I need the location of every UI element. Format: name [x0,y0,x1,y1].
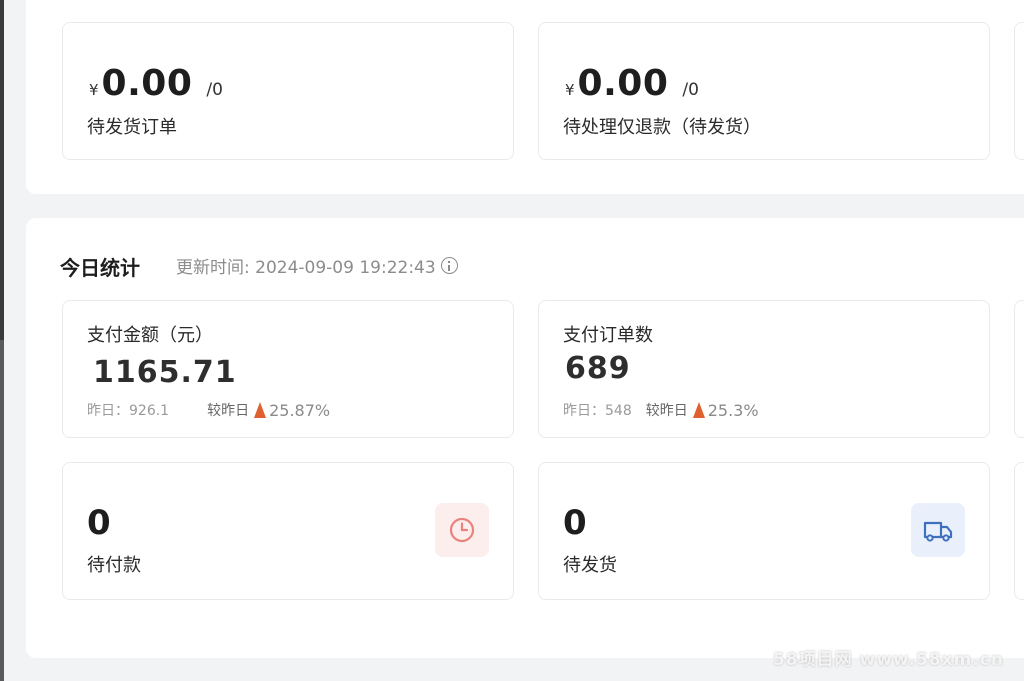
payment-amount-card[interactable]: 支付金额（元） 1165.71 昨日：926.1 较昨日 25.87% [62,300,514,438]
payment-orders-value: 689 [565,351,631,386]
clock-icon [435,503,489,557]
up-arrow-icon [254,402,267,418]
currency-symbol: ¥ [565,81,575,99]
payment-orders-meta: 昨日：548 较昨日 25.3% [563,400,759,420]
up-arrow-icon [692,402,705,418]
payment-amount-meta: 昨日：926.1 较昨日 25.87% [87,400,330,420]
payment-amount-title: 支付金额（元） [87,325,213,346]
pending-refund-count: /0 [682,80,699,100]
pending-orders-count: /0 [206,80,223,100]
trend-percent: 25.87% [269,400,331,420]
pending-orders-amount-row: ¥ 0.00 /0 [89,63,223,104]
awaiting-payment-label: 待付款 [87,555,141,576]
awaiting-shipment-label: 待发货 [563,555,617,576]
section-title: 今日统计 [60,256,140,280]
yesterday-value: 昨日：548 [563,403,632,419]
info-icon[interactable] [440,257,458,274]
pending-orders-card[interactable]: ¥ 0.00 /0 待发货订单 [62,22,514,160]
pending-card-partial[interactable] [1014,22,1024,160]
pending-orders-label: 待发货订单 [87,117,177,138]
yesterday-value: 昨日：926.1 [87,403,170,419]
pending-refund-amount-row: ¥ 0.00 /0 [565,63,699,104]
awaiting-shipment-count: 0 [563,503,587,543]
payment-orders-card[interactable]: 支付订单数 689 昨日：548 较昨日 25.3% [538,300,990,438]
todo-card-partial[interactable] [1014,462,1024,600]
pending-refund-card[interactable]: ¥ 0.00 /0 待处理仅退款（待发货） [538,22,990,160]
awaiting-payment-count: 0 [87,503,111,543]
update-time-text: 更新时间: 2024-09-09 19:22:43 [176,258,436,278]
truck-icon [911,503,965,557]
window-edge [0,0,4,681]
awaiting-payment-card[interactable]: 0 待付款 [62,462,514,600]
awaiting-shipment-card[interactable]: 0 待发货 [538,462,990,600]
watermark-text: 58项目网 www.58xm.cn [772,650,1004,670]
compare-label: 较昨日 [207,403,250,419]
payment-amount-value: 1165.71 [93,355,237,390]
pending-refund-amount: 0.00 [577,63,669,104]
pending-refund-label: 待处理仅退款（待发货） [563,117,761,138]
pending-orders-amount: 0.00 [101,63,193,104]
compare-label: 较昨日 [645,403,688,419]
currency-symbol: ¥ [89,81,99,99]
stats-card-partial[interactable] [1014,300,1024,438]
update-time: 更新时间: 2024-09-09 19:22:43 [176,253,458,278]
payment-orders-title: 支付订单数 [563,325,653,346]
trend-percent: 25.3% [707,400,759,420]
